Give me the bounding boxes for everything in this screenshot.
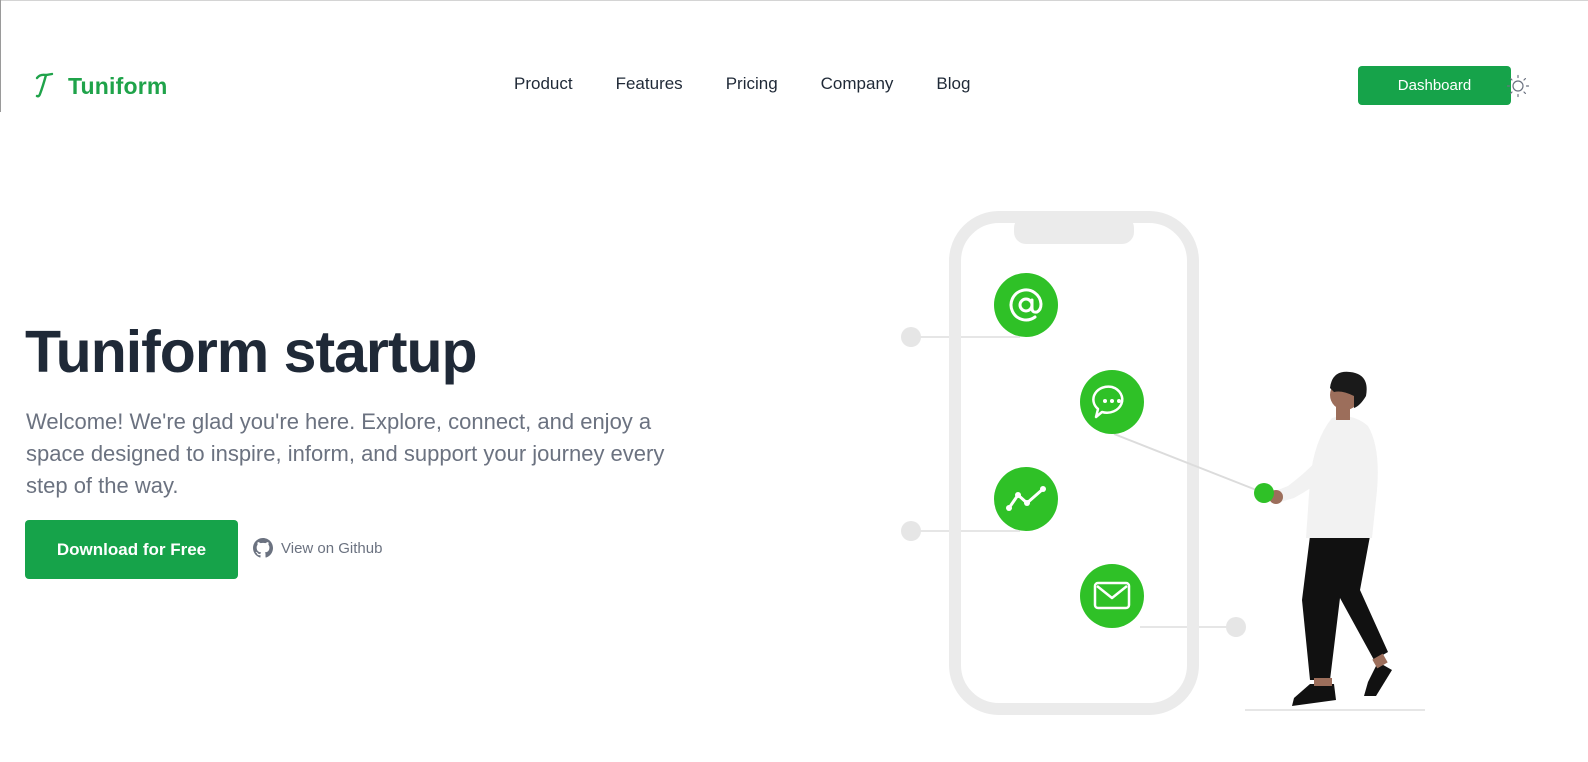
nav-item-features[interactable]: Features xyxy=(616,74,683,94)
window-top-border xyxy=(0,0,1588,1)
dashboard-button[interactable]: Dashboard xyxy=(1358,66,1511,105)
github-link[interactable]: View on Github xyxy=(253,538,382,558)
brand-name: Tuniform xyxy=(68,72,168,99)
main-nav: Product Features Pricing Company Blog xyxy=(514,74,970,94)
connector-dot xyxy=(1226,617,1246,637)
download-button[interactable]: Download for Free xyxy=(25,520,238,579)
tuniform-logo-icon xyxy=(35,72,54,98)
nav-item-pricing[interactable]: Pricing xyxy=(726,74,778,94)
trend-chart-icon xyxy=(994,467,1058,531)
chat-bubble-icon xyxy=(1080,370,1144,434)
github-link-label: View on Github xyxy=(281,539,383,557)
hero-title: Tuniform startup xyxy=(25,319,478,385)
person-figure xyxy=(1254,371,1392,706)
nav-item-blog[interactable]: Blog xyxy=(936,74,970,94)
phone-illustration xyxy=(901,211,1425,715)
nav-item-product[interactable]: Product xyxy=(514,74,573,94)
site-header: Tuniform Product Features Pricing Compan… xyxy=(0,60,1588,112)
at-sign-icon xyxy=(994,273,1058,337)
connector-dot xyxy=(901,327,921,347)
phone-frame xyxy=(949,211,1199,715)
hero-description: Welcome! We're glad you're here. Explore… xyxy=(26,409,665,498)
brand-link[interactable]: Tuniform xyxy=(34,72,168,100)
connector-dot xyxy=(901,521,921,541)
nav-item-company[interactable]: Company xyxy=(821,74,894,94)
phone-notch xyxy=(1014,216,1134,244)
github-icon xyxy=(253,538,273,558)
mail-icon xyxy=(1080,564,1144,628)
phone-side-button xyxy=(1193,328,1199,382)
sun-icon[interactable] xyxy=(1506,74,1530,98)
